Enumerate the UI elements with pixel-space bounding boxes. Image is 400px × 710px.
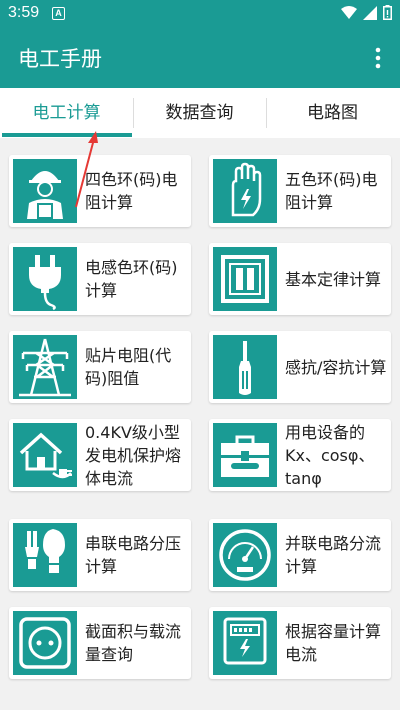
card-label: 电感色环(码)计算 [85,258,178,300]
signal-icon [363,5,377,20]
status-icons [341,5,392,20]
tab-data-query[interactable]: 数据查询 [133,88,266,138]
glove-icon [213,159,277,223]
notification-a-icon: A [52,7,65,20]
tab-electrical-calc[interactable]: 电工计算 [0,88,133,138]
battery-icon [383,5,392,20]
meter-icon [213,611,277,675]
card-label: 截面积与载流量查询 [85,622,182,664]
status-bar: 3:59 A [0,0,400,28]
overflow-menu-icon[interactable] [372,46,384,70]
tab-divider [133,98,134,128]
screwdriver-icon [213,335,277,399]
tab-circuit-diagram[interactable]: 电路图 [266,88,399,138]
card-four-band-resistor[interactable]: 四色环(码)电阻计算 [9,155,191,227]
card-label: 串联电路分压计算 [85,534,182,576]
card-label: 贴片电阻(代码)阻值 [85,346,172,388]
card-label: 感抗/容抗计算 [285,357,387,377]
card-basic-law-calc[interactable]: 基本定律计算 [209,243,391,315]
app-bar: 电工手册 [0,28,400,88]
tower-icon [13,335,77,399]
socket-icon [13,611,77,675]
card-equipment-factors[interactable]: 用电设备的Kx、cosφ、tanφ [209,419,391,491]
card-label: 五色环(码)电阻计算 [285,170,378,212]
card-label: 基本定律计算 [285,269,382,289]
plug-icon [13,247,77,311]
card-label: 并联电路分流计算 [285,534,382,576]
card-label: 根据容量计算电流 [285,622,382,664]
status-time: 3:59 [8,4,40,21]
toolbox-icon [213,423,277,487]
card-five-band-resistor[interactable]: 五色环(码)电阻计算 [209,155,391,227]
wifi-icon [341,5,357,19]
card-cross-section-ampacity[interactable]: 截面积与载流量查询 [9,607,191,679]
card-series-voltage-divider[interactable]: 串联电路分压计算 [9,519,191,591]
switch-icon [213,247,277,311]
card-parallel-current-divider[interactable]: 并联电路分流计算 [209,519,391,591]
tab-divider [266,98,267,128]
tab-indicator [2,133,132,137]
card-label: 0.4KV级小型发电机保护熔体电流 [85,422,182,488]
bulb-icon [13,523,77,587]
card-capacity-current[interactable]: 根据容量计算电流 [209,607,391,679]
worker-icon [13,159,77,223]
card-label: 用电设备的Kx、cosφ、tanφ [285,422,375,488]
card-reactance-calc[interactable]: 感抗/容抗计算 [209,331,391,403]
app-title: 电工手册 [18,47,102,71]
tab-bar: 电工计算 数据查询 电路图 [0,88,400,138]
card-inductor-color-code[interactable]: 电感色环(码)计算 [9,243,191,315]
card-generator-fuse[interactable]: 0.4KV级小型发电机保护熔体电流 [9,419,191,491]
card-label: 四色环(码)电阻计算 [85,170,178,212]
house-plug-icon [13,423,77,487]
card-smd-resistor[interactable]: 贴片电阻(代码)阻值 [9,331,191,403]
gauge-icon [213,523,277,587]
